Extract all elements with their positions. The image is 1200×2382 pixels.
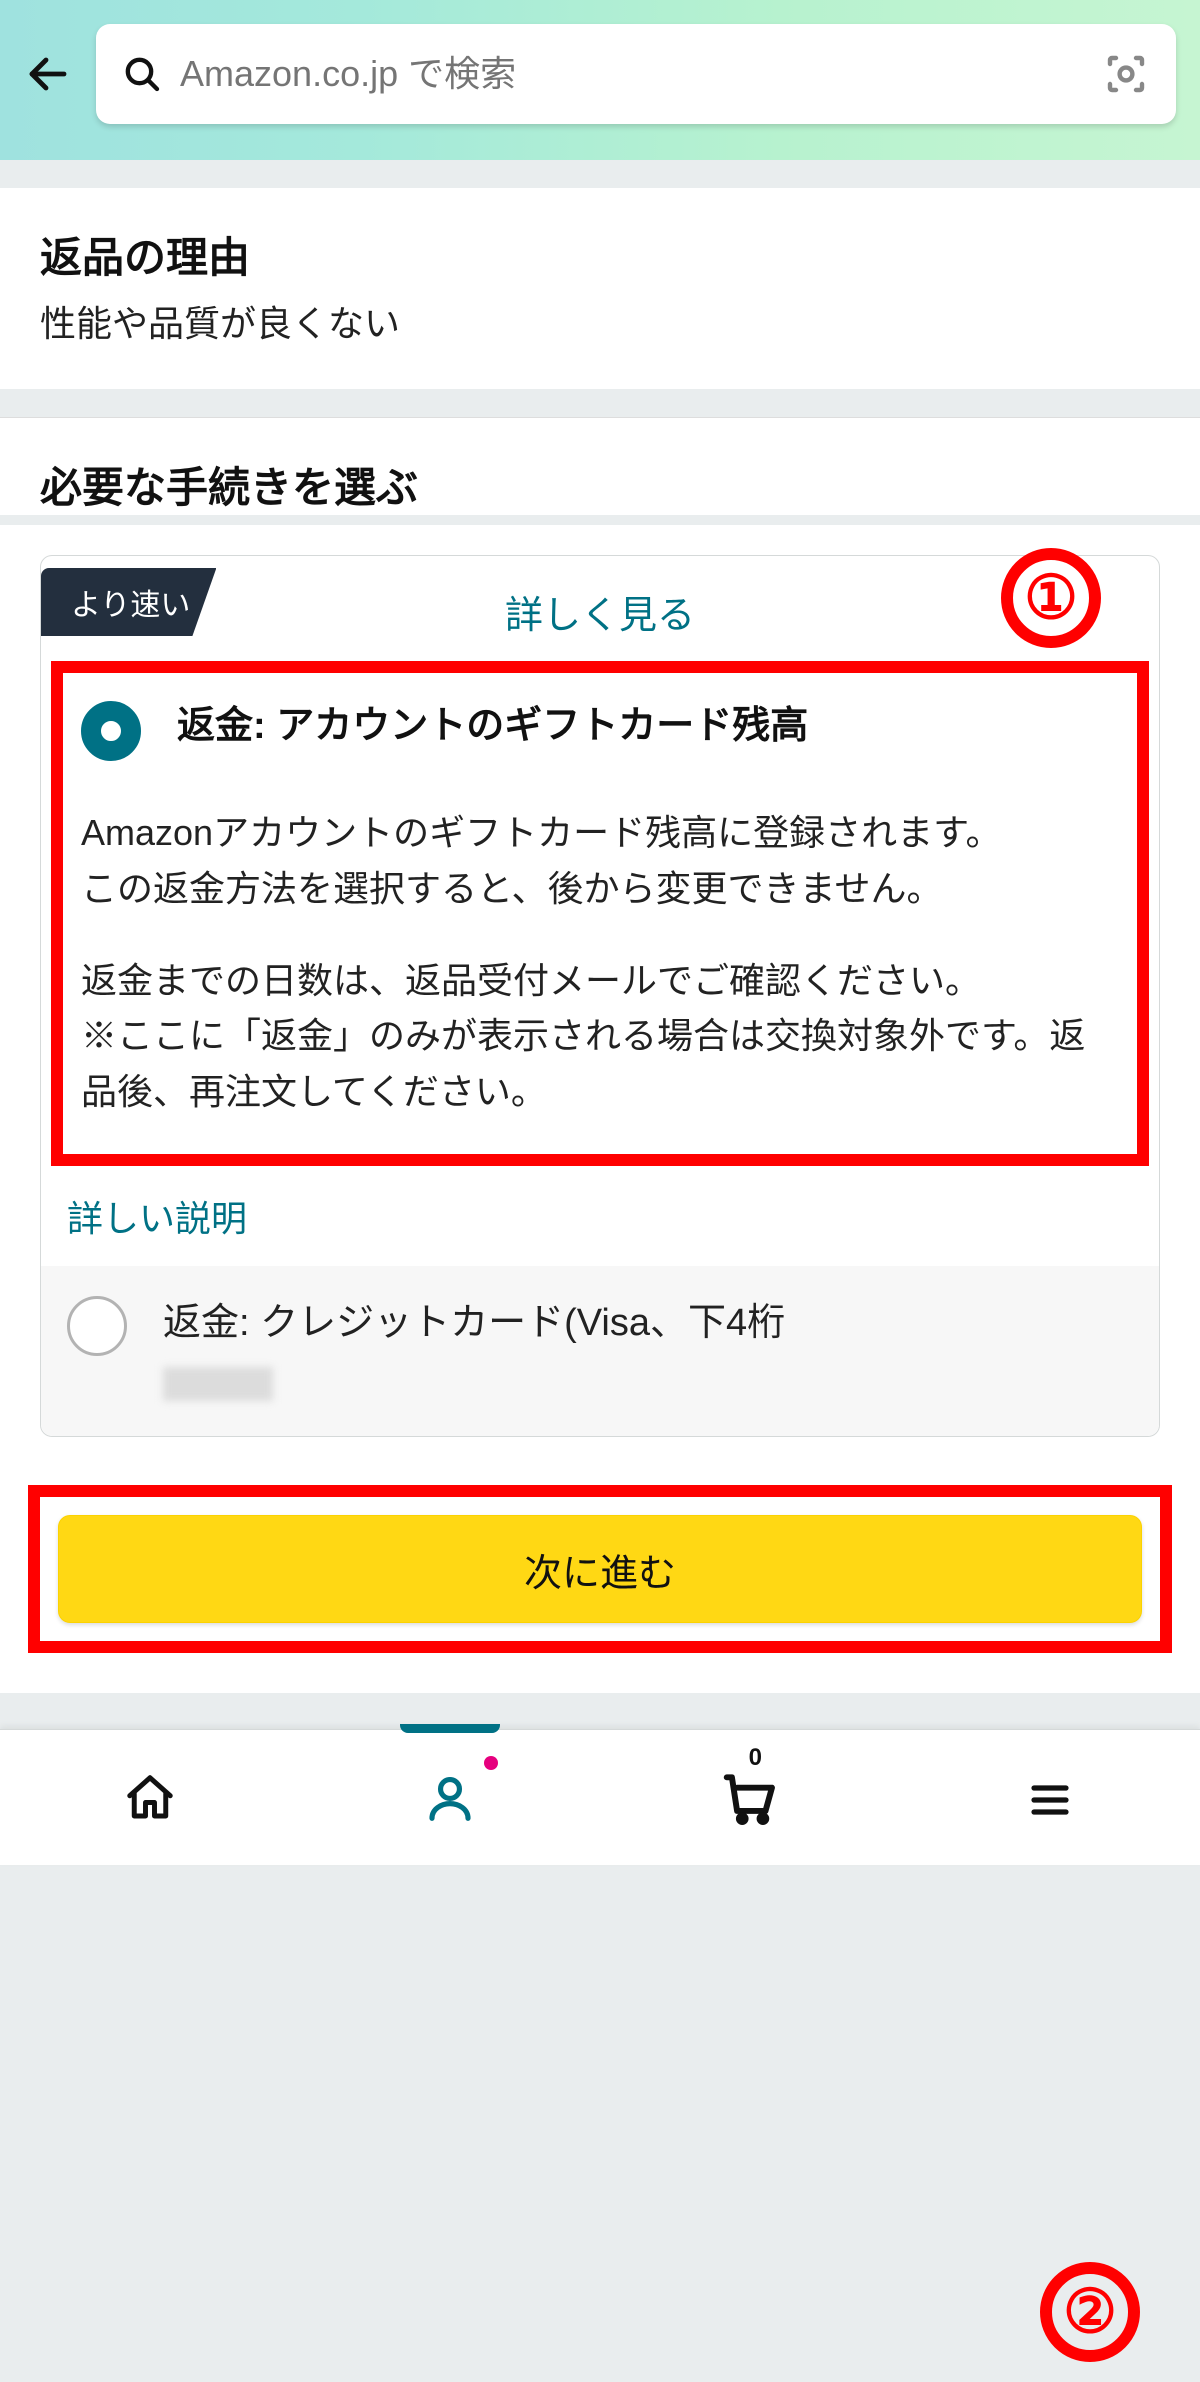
back-button[interactable] [24, 50, 72, 98]
header-bar [0, 0, 1200, 160]
refund-option-giftcard-desc1: Amazonアカウントのギフトカード残高に登録されます。 この返金方法を選択する… [81, 805, 1119, 917]
annotation-callout-1: ① [1001, 548, 1101, 648]
cart-icon [719, 1767, 781, 1829]
refund-option-giftcard-desc2: 返金までの日数は、返品受付メールでご確認ください。 ※ここに「返金」のみが表示さ… [81, 953, 1119, 1120]
search-box[interactable] [96, 24, 1176, 124]
account-icon [423, 1771, 477, 1825]
camera-scan-button[interactable] [1076, 50, 1176, 98]
return-reason-title: 返品の理由 [40, 224, 1160, 285]
refund-option-giftcard[interactable]: 返金: アカウントのギフトカード残高 [81, 701, 1119, 761]
nav-cart[interactable]: 0 [600, 1730, 900, 1865]
procedure-title: 必要な手続きを選ぶ [40, 454, 1160, 515]
cart-count-badge: 0 [749, 1744, 762, 1772]
radio-selected-icon [81, 701, 141, 761]
search-input[interactable] [180, 53, 1076, 95]
radio-unselected-icon [67, 1296, 127, 1356]
refund-option-giftcard-title: 返金: アカウントのギフトカード残高 [177, 701, 808, 752]
more-info-link[interactable]: 詳しい説明 [41, 1166, 1159, 1266]
primary-action-area: 次に進む [0, 1437, 1200, 1693]
learn-more-link[interactable]: 詳しく見る [505, 584, 695, 639]
bottom-nav: 0 [0, 1729, 1200, 1865]
annotation-callout-2: ② [1040, 2262, 1140, 2362]
annotation-highlight-1: 返金: アカウントのギフトカード残高 Amazonアカウントのギフトカード残高に… [51, 661, 1149, 1166]
refund-options-card: ① より速い 詳しく見る 返金: アカウントのギフトカード残高 Amazonアカ… [40, 555, 1160, 1437]
proceed-button[interactable]: 次に進む [58, 1515, 1142, 1623]
nav-account[interactable] [300, 1730, 600, 1865]
nav-home[interactable] [0, 1730, 300, 1865]
refund-option-creditcard-title: 返金: クレジットカード(Visa、下4桁 [163, 1296, 785, 1406]
refund-option-creditcard[interactable]: 返金: クレジットカード(Visa、下4桁 [41, 1266, 1159, 1436]
return-reason-section: 返品の理由 性能や品質が良くない [0, 188, 1200, 389]
camera-scan-icon [1102, 50, 1150, 98]
masked-card-digits [163, 1367, 273, 1401]
annotation-highlight-2: 次に進む [28, 1485, 1172, 1653]
refund-card-area: ① より速い 詳しく見る 返金: アカウントのギフトカード残高 Amazonアカ… [0, 525, 1200, 1437]
nav-active-indicator [400, 1724, 500, 1733]
home-icon [123, 1771, 177, 1825]
return-reason-value: 性能や品質が良くない [40, 295, 1160, 347]
back-arrow-icon [24, 50, 72, 98]
search-icon [96, 54, 180, 94]
nav-menu[interactable] [900, 1730, 1200, 1865]
notification-dot-icon [484, 1756, 498, 1770]
faster-ribbon: より速い [41, 568, 216, 636]
procedure-section: 必要な手続きを選ぶ [0, 417, 1200, 515]
menu-icon [1026, 1774, 1074, 1822]
